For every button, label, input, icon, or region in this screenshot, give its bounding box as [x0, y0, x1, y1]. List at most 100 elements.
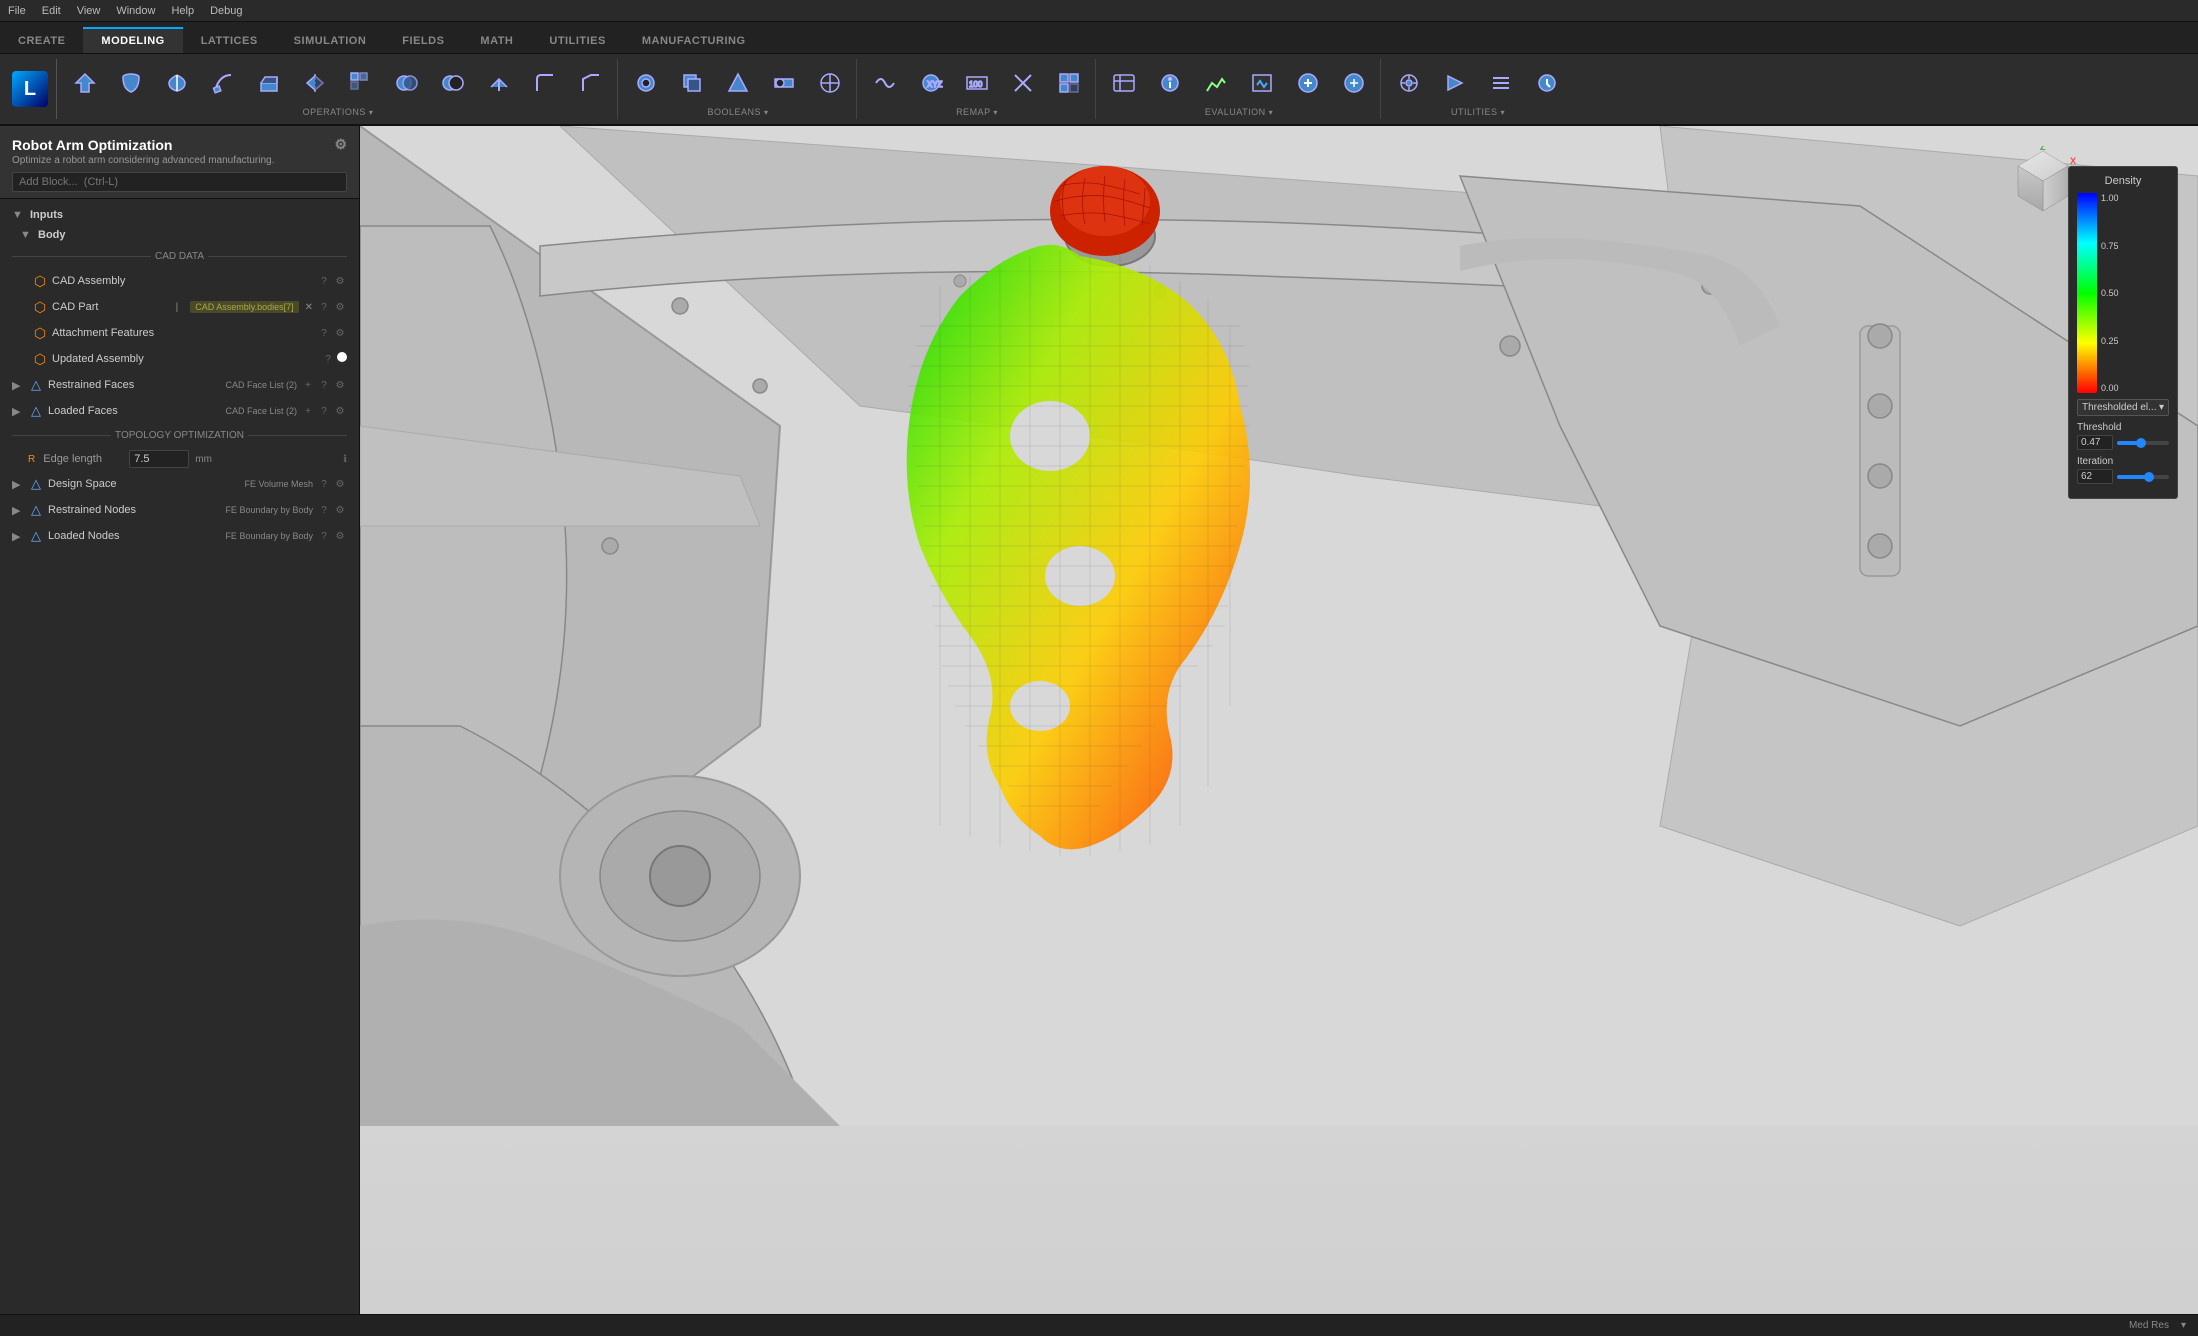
tool-bool-diff[interactable]: [431, 61, 475, 105]
cad-assembly-help[interactable]: ?: [317, 274, 331, 288]
menu-help[interactable]: Help: [171, 5, 194, 17]
menu-window[interactable]: Window: [116, 5, 155, 17]
tool-eval3[interactable]: [1194, 61, 1238, 105]
tool-r2[interactable]: XYZ: [909, 61, 953, 105]
tool-b4[interactable]: [762, 61, 806, 105]
tab-create[interactable]: CREATE: [0, 27, 83, 53]
updated-assembly-item[interactable]: ⬡ Updated Assembly ?: [0, 346, 359, 372]
utilities-label[interactable]: UTILITIES ▾: [1451, 107, 1505, 117]
tool-r1[interactable]: [863, 61, 907, 105]
inputs-toggle[interactable]: ▼: [12, 209, 24, 221]
loaded-nodes-expand[interactable]: ▶: [12, 530, 24, 543]
loaded-faces-help[interactable]: ?: [317, 404, 331, 418]
loaded-faces-settings[interactable]: ⚙: [333, 404, 347, 418]
add-block-input[interactable]: [12, 172, 347, 192]
tool-util2[interactable]: [1433, 61, 1477, 105]
tool-util4[interactable]: [1525, 61, 1569, 105]
tool-eval1[interactable]: [1102, 61, 1146, 105]
tab-fields[interactable]: FIELDS: [384, 27, 462, 53]
tool-eval4[interactable]: [1240, 61, 1284, 105]
attachment-settings[interactable]: ⚙: [333, 326, 347, 340]
restrained-faces-item[interactable]: ▶ △ Restrained Faces CAD Face List (2) +…: [0, 372, 359, 398]
tool-100[interactable]: 100: [955, 61, 999, 105]
tab-lattices[interactable]: LATTICES: [183, 27, 276, 53]
tool-mirror[interactable]: [293, 61, 337, 105]
updated-asm-help[interactable]: ?: [321, 352, 335, 366]
threshold-slider[interactable]: [2117, 441, 2169, 445]
cad-part-help[interactable]: ?: [317, 300, 331, 314]
tool-select[interactable]: [63, 61, 107, 105]
cad-assembly-settings[interactable]: ⚙: [333, 274, 347, 288]
density-mode-dropdown[interactable]: Thresholded el... ▾: [2077, 399, 2169, 416]
resolution-dropdown[interactable]: ▾: [2181, 1320, 2186, 1331]
cad-part-item[interactable]: ⬡ CAD Part | CAD Assembly.bodies[7] ✕ ? …: [0, 294, 359, 320]
design-space-expand[interactable]: ▶: [12, 478, 24, 491]
tool-extrude[interactable]: [247, 61, 291, 105]
threshold-input[interactable]: [2077, 435, 2113, 450]
tool-eval6[interactable]: [1332, 61, 1376, 105]
tool-b3[interactable]: [716, 61, 760, 105]
restrained-nodes-settings[interactable]: ⚙: [333, 503, 347, 517]
cad-part-close[interactable]: ✕: [305, 302, 313, 313]
tool-bool-union[interactable]: [385, 61, 429, 105]
tool-b1[interactable]: [624, 61, 668, 105]
tool-sweep[interactable]: [201, 61, 245, 105]
panel-settings-icon[interactable]: ⚙: [334, 136, 347, 153]
loaded-nodes-help[interactable]: ?: [317, 529, 331, 543]
tool-util3[interactable]: [1479, 61, 1523, 105]
tab-utilities[interactable]: UTILITIES: [531, 27, 623, 53]
restrained-faces-expand[interactable]: ▶: [12, 379, 24, 392]
cad-part-settings[interactable]: ⚙: [333, 300, 347, 314]
edge-length-info[interactable]: ℹ: [343, 454, 347, 465]
tool-b5[interactable]: [808, 61, 852, 105]
menu-edit[interactable]: Edit: [42, 5, 61, 17]
tab-manufacturing[interactable]: MANUFACTURING: [624, 27, 764, 53]
loaded-faces-add[interactable]: +: [301, 404, 315, 418]
restrained-faces-settings[interactable]: ⚙: [333, 378, 347, 392]
tool-b2[interactable]: [670, 61, 714, 105]
tool-r4[interactable]: [1001, 61, 1045, 105]
design-space-help[interactable]: ?: [317, 477, 331, 491]
loaded-faces-expand[interactable]: ▶: [12, 405, 24, 418]
loaded-faces-item[interactable]: ▶ △ Loaded Faces CAD Face List (2) + ? ⚙: [0, 398, 359, 424]
booleans-label[interactable]: BOOLEANS ▾: [707, 107, 768, 117]
tool-util1[interactable]: [1387, 61, 1431, 105]
restrained-faces-add[interactable]: +: [301, 378, 315, 392]
attachment-help[interactable]: ?: [317, 326, 331, 340]
evaluation-label[interactable]: EVALUATION ▾: [1205, 107, 1273, 117]
restrained-nodes-item[interactable]: ▶ △ Restrained Nodes FE Boundary by Body…: [0, 497, 359, 523]
viewport[interactable]: X Z: [360, 126, 2198, 1314]
design-space-settings[interactable]: ⚙: [333, 477, 347, 491]
tab-math[interactable]: MATH: [462, 27, 531, 53]
loaded-nodes-settings[interactable]: ⚙: [333, 529, 347, 543]
tool-r5[interactable]: [1047, 61, 1091, 105]
tool-chamfer[interactable]: [569, 61, 613, 105]
body-toggle[interactable]: ▼: [20, 229, 32, 241]
panel-title-text: Robot Arm Optimization: [12, 137, 172, 153]
restrained-faces-help[interactable]: ?: [317, 378, 331, 392]
tool-pattern[interactable]: [339, 61, 383, 105]
tool-push-pull[interactable]: [477, 61, 521, 105]
remap-label[interactable]: REMAP ▾: [956, 107, 998, 117]
loaded-nodes-item[interactable]: ▶ △ Loaded Nodes FE Boundary by Body ? ⚙: [0, 523, 359, 549]
iteration-input[interactable]: [2077, 469, 2113, 484]
tool-revolve[interactable]: [155, 61, 199, 105]
design-space-item[interactable]: ▶ △ Design Space FE Volume Mesh ? ⚙: [0, 471, 359, 497]
restrained-nodes-expand[interactable]: ▶: [12, 504, 24, 517]
menu-view[interactable]: View: [77, 5, 101, 17]
iteration-slider[interactable]: [2117, 475, 2169, 479]
attachment-icon: ⬡: [32, 325, 48, 341]
attachment-features-item[interactable]: ⬡ Attachment Features ? ⚙: [0, 320, 359, 346]
tool-eval5[interactable]: [1286, 61, 1330, 105]
operations-label[interactable]: OPERATIONS ▾: [303, 107, 374, 117]
tool-loft[interactable]: [109, 61, 153, 105]
edge-length-input[interactable]: [129, 450, 189, 468]
tab-simulation[interactable]: SIMULATION: [276, 27, 385, 53]
tool-eval2[interactable]: [1148, 61, 1192, 105]
menu-file[interactable]: File: [8, 5, 26, 17]
menu-debug[interactable]: Debug: [210, 5, 242, 17]
tool-fillet[interactable]: [523, 61, 567, 105]
tab-modeling[interactable]: MODELING: [83, 27, 182, 53]
cad-assembly-item[interactable]: ⬡ CAD Assembly ? ⚙: [0, 268, 359, 294]
restrained-nodes-help[interactable]: ?: [317, 503, 331, 517]
